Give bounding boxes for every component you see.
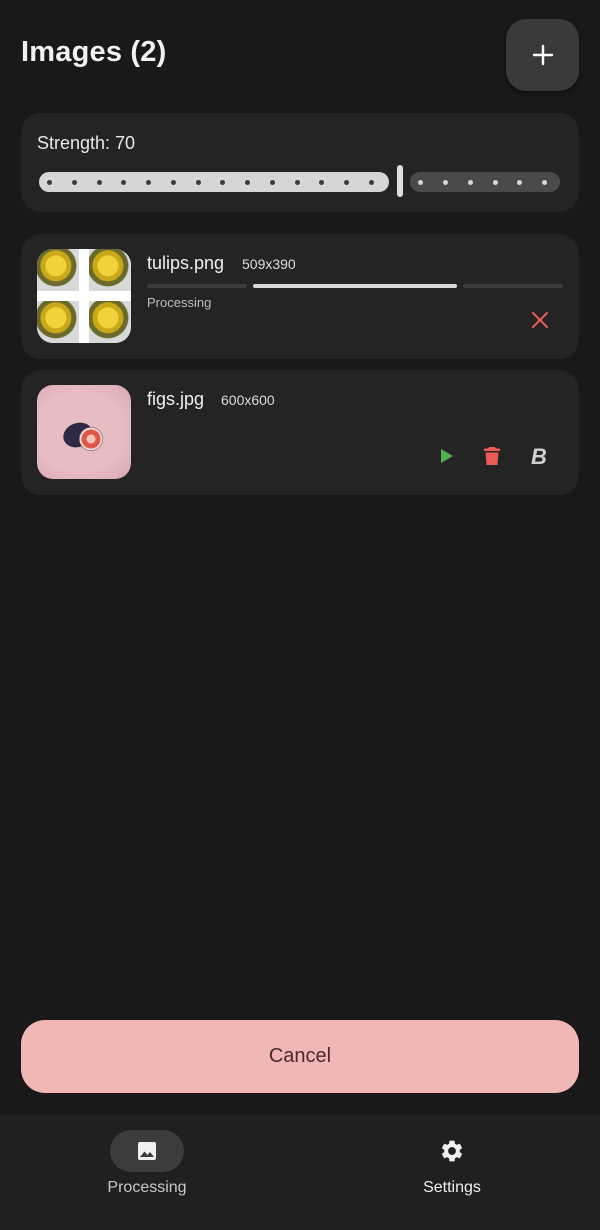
slider-tick	[195, 180, 201, 185]
strength-card: Strength: 70	[21, 113, 579, 212]
delete-icon	[484, 447, 500, 465]
slider-tick	[71, 180, 77, 185]
plus-icon	[532, 44, 553, 66]
slider-tick	[170, 180, 176, 185]
strength-slider[interactable]	[39, 165, 561, 197]
cancel-button[interactable]: Cancel	[21, 1020, 579, 1093]
file-dimensions: 600x600	[221, 392, 275, 408]
nav-item-settings[interactable]: Settings	[352, 1114, 552, 1230]
slider-tick	[146, 180, 151, 185]
nav-label-settings: Settings	[423, 1179, 481, 1196]
svg-text:B: B	[531, 445, 547, 467]
slider-tick	[269, 180, 275, 185]
slider-tick	[443, 180, 448, 185]
slider-tick	[542, 180, 547, 185]
image-card-tulips[interactable]: tulips.png 509x390 Processing	[21, 234, 579, 359]
close-icon	[532, 312, 548, 328]
image-icon	[138, 1142, 156, 1160]
slider-tick	[467, 180, 473, 185]
nav-indicator	[415, 1130, 489, 1172]
progress-indicator	[147, 284, 563, 288]
play-icon	[441, 449, 453, 463]
file-name: figs.jpg	[147, 389, 205, 409]
thumbnail-figs	[37, 385, 131, 479]
slider-inactive-track	[410, 172, 560, 192]
nav-indicator	[110, 1130, 184, 1172]
slider-active-track	[39, 172, 389, 192]
page-title: Images (2)	[21, 36, 167, 68]
slider-tick	[47, 180, 52, 185]
thumbnail-tulips	[37, 249, 131, 343]
gear-icon	[441, 1140, 463, 1162]
slider-tick	[368, 180, 374, 185]
cancel-item-button[interactable]	[522, 302, 558, 338]
strength-label: Strength: 70	[37, 133, 136, 153]
nav-item-processing[interactable]: Processing	[47, 1114, 247, 1230]
slider-tick	[344, 180, 349, 185]
play-button[interactable]	[429, 438, 465, 474]
bold-b-icon: B	[531, 445, 547, 467]
slider-tick	[96, 180, 102, 185]
image-card-figs[interactable]: figs.jpg 600x600 B	[21, 370, 579, 495]
bold-button[interactable]: B	[521, 438, 557, 474]
delete-button[interactable]	[474, 438, 510, 474]
file-dimensions: 509x390	[242, 256, 296, 272]
file-name: tulips.png	[147, 253, 225, 273]
bottom-navigation: Processing Settings	[0, 1114, 600, 1230]
add-image-button[interactable]	[506, 19, 579, 91]
slider-tick	[245, 180, 250, 185]
status-text: Processing	[147, 295, 212, 310]
nav-label-processing: Processing	[107, 1179, 187, 1196]
slider-tick	[294, 180, 300, 185]
slider-thumb[interactable]	[397, 165, 403, 197]
slider-tick	[492, 180, 498, 185]
